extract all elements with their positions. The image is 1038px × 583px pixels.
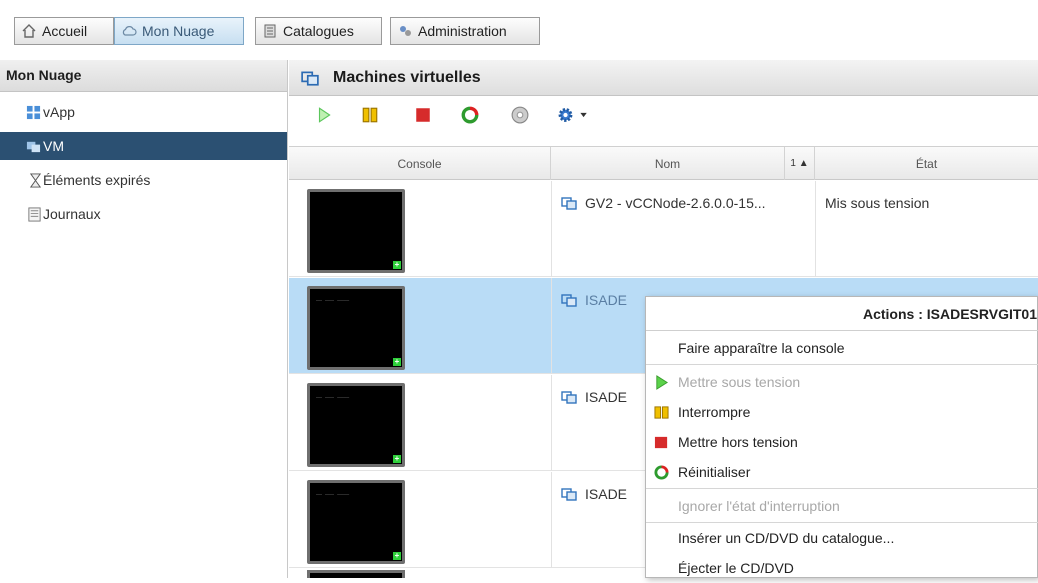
sidebar-item-label: vApp	[43, 104, 75, 120]
vm-icon	[561, 197, 577, 210]
column-state[interactable]: État	[815, 147, 1038, 180]
menu-item-reset[interactable]: Réinitialiser	[646, 457, 1038, 487]
vm-icon	[561, 488, 577, 501]
vm-state: Mis sous tension	[825, 195, 930, 211]
menu-item-eject-cd[interactable]: Éjecter le CD/DVD	[646, 553, 1038, 583]
console-screen-text: __ ___ ____	[316, 392, 350, 398]
vapp-icon	[26, 105, 41, 119]
console-thumbnail[interactable]: +	[307, 189, 405, 273]
plus-icon: +	[393, 454, 401, 463]
play-icon[interactable]	[315, 106, 333, 124]
menu-item-label: Interrompre	[678, 404, 751, 420]
play-icon	[656, 374, 668, 390]
menu-item-power-on[interactable]: Mettre sous tension	[646, 367, 1038, 397]
console-thumbnail[interactable]: __ ___ ____ +	[307, 383, 405, 467]
menu-item-power-off[interactable]: Mettre hors tension	[646, 427, 1038, 457]
stop-icon[interactable]	[414, 106, 432, 124]
sidebar-item-logs[interactable]: Journaux	[0, 200, 287, 228]
stop-icon	[654, 436, 668, 448]
sidebar-item-vm[interactable]: VM	[0, 132, 287, 160]
menu-item-label: Insérer un CD/DVD du catalogue...	[678, 530, 895, 546]
menu-item-label: Mettre hors tension	[678, 434, 798, 450]
column-label: Console	[397, 156, 442, 171]
reset-icon	[654, 464, 669, 479]
disc-icon[interactable]	[511, 106, 529, 124]
vm-name[interactable]: GV2 - vCCNode-2.6.0.0-15...	[561, 195, 766, 211]
column-label: Nom	[654, 156, 681, 171]
page-title: Machines virtuelles	[333, 68, 481, 86]
grid-header: Console Nom 1 ▲ État	[289, 146, 1038, 180]
sidebar-item-expired[interactable]: Éléments expirés	[0, 166, 287, 194]
plus-icon: +	[393, 357, 401, 366]
vm-icon	[301, 71, 319, 86]
console-screen-text: __ ___ ____	[316, 295, 350, 301]
menu-item-discard-suspend[interactable]: Ignorer l'état d'interruption	[646, 491, 1038, 521]
sidebar-item-label: Éléments expirés	[43, 172, 151, 188]
vm-name-label: ISADE	[585, 292, 628, 308]
menu-item-label: Éjecter le CD/DVD	[678, 560, 794, 576]
vm-name[interactable]: ISADE	[561, 486, 627, 502]
vm-name-label: ISADE	[585, 486, 628, 502]
console-thumbnail[interactable]: __ ___ ____ +	[307, 286, 405, 370]
pause-icon[interactable]	[361, 106, 379, 124]
table-row[interactable]: + GV2 - vCCNode-2.6.0.0-15... Mis sous t…	[289, 181, 1038, 277]
column-console[interactable]: Console	[289, 147, 551, 180]
top-navigation: Accueil Mon Nuage Catalogues Administrat…	[0, 0, 1038, 52]
vm-name[interactable]: ISADE	[561, 292, 627, 308]
reset-icon[interactable]	[461, 106, 479, 124]
sidebar: Mon Nuage vApp VM Éléments expirés Journ…	[0, 60, 288, 578]
console-screen-text: __ ___ ____	[316, 489, 350, 495]
cloud-icon	[122, 26, 137, 36]
menu-item-label: Ignorer l'état d'interruption	[678, 498, 840, 514]
menu-item-label: Faire apparaître la console	[678, 340, 845, 356]
vm-name-label: ISADE	[585, 389, 628, 405]
vm-icon	[26, 141, 41, 152]
tab-catalogues[interactable]: Catalogues	[255, 17, 382, 45]
toolbar	[289, 96, 1038, 132]
console-thumbnail[interactable]	[307, 570, 405, 578]
context-menu: Actions : ISADESRVGIT01 Faire apparaître…	[645, 296, 1038, 578]
admin-icon	[400, 26, 411, 36]
menu-item-show-console[interactable]: Faire apparaître la console	[646, 333, 1038, 363]
tab-label: Catalogues	[283, 23, 354, 39]
tab-label: Accueil	[42, 23, 88, 39]
main-header: Machines virtuelles	[289, 60, 1038, 96]
tab-mon-nuage[interactable]: Mon Nuage	[114, 17, 244, 45]
sidebar-item-vapp[interactable]: vApp	[0, 98, 287, 126]
console-thumbnail[interactable]: __ ___ ____ +	[307, 480, 405, 564]
vm-icon	[561, 391, 577, 404]
plus-icon: +	[393, 551, 401, 560]
log-icon	[28, 206, 41, 222]
sidebar-item-label: Journaux	[43, 206, 101, 222]
column-name[interactable]: Nom	[551, 147, 785, 180]
menu-item-insert-cd[interactable]: Insérer un CD/DVD du catalogue...	[646, 523, 1038, 553]
menu-item-label: Mettre sous tension	[678, 374, 801, 390]
sidebar-title: Mon Nuage	[0, 60, 287, 92]
gear-menu-icon[interactable]	[557, 106, 591, 124]
tab-administration[interactable]: Administration	[390, 17, 540, 45]
tab-label: Mon Nuage	[142, 23, 215, 39]
tab-accueil[interactable]: Accueil	[14, 17, 114, 45]
vm-name-label: GV2 - vCCNode-2.6.0.0-15...	[585, 195, 766, 211]
sidebar-item-label: VM	[43, 138, 64, 154]
context-menu-title: Actions : ISADESRVGIT01	[646, 297, 1038, 331]
sort-indicator[interactable]: 1 ▲	[785, 147, 815, 180]
vm-icon	[561, 294, 577, 307]
catalog-icon	[264, 24, 276, 38]
menu-item-label: Réinitialiser	[678, 464, 751, 480]
plus-icon: +	[393, 260, 401, 269]
vm-name[interactable]: ISADE	[561, 389, 627, 405]
tab-label: Administration	[418, 23, 507, 39]
pause-icon	[654, 405, 669, 419]
home-icon	[22, 24, 36, 38]
hourglass-icon	[29, 172, 42, 188]
menu-item-suspend[interactable]: Interrompre	[646, 397, 1038, 427]
column-label: État	[915, 156, 938, 171]
